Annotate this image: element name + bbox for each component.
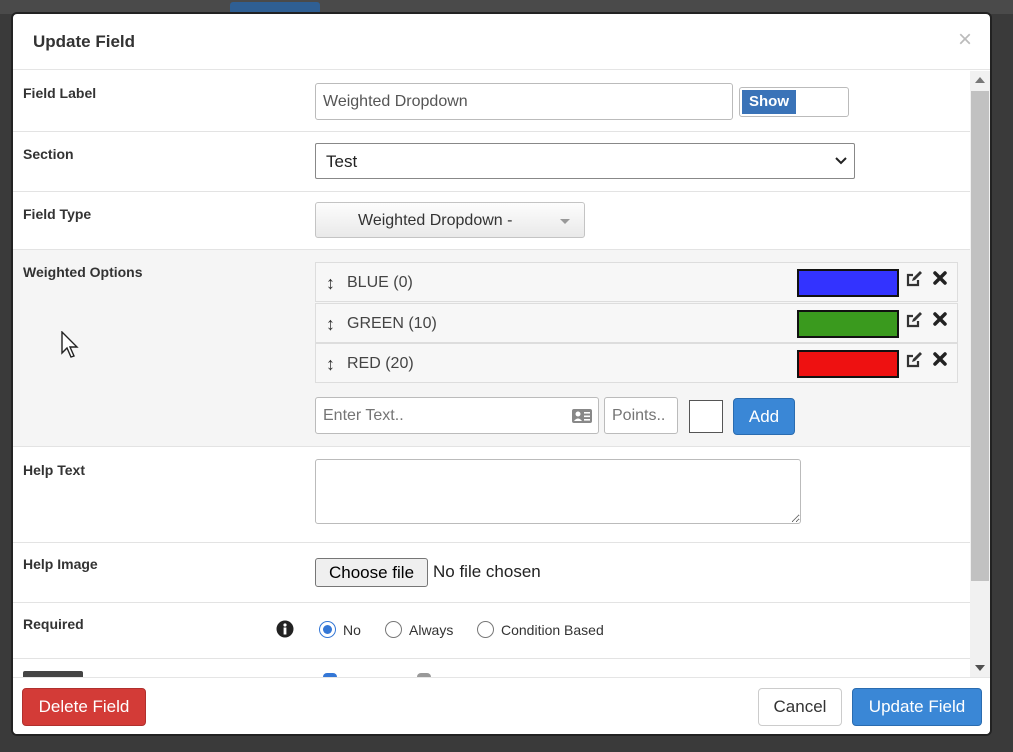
dialog-footer: Delete Field Cancel Update Field: [13, 677, 990, 734]
color-swatch[interactable]: [797, 310, 899, 338]
dialog-title: Update Field: [33, 32, 136, 51]
choose-file-button[interactable]: Choose file: [315, 558, 428, 587]
help-text-textarea[interactable]: [315, 459, 801, 524]
color-picker[interactable]: [689, 400, 723, 433]
add-option-button[interactable]: Add: [733, 398, 795, 435]
required-option-label: Condition Based: [501, 622, 604, 638]
info-icon[interactable]: [276, 620, 294, 638]
required-radio-no[interactable]: [319, 621, 336, 638]
delete-icon[interactable]: [932, 270, 948, 286]
field-label-input[interactable]: Weighted Dropdown: [315, 83, 733, 120]
delete-icon[interactable]: [932, 311, 948, 327]
chevron-down-icon: [835, 157, 847, 165]
delete-icon[interactable]: [932, 351, 948, 367]
help-text-label: Help Text: [23, 462, 85, 478]
section-select[interactable]: Test: [315, 143, 855, 179]
weighted-option-label: RED (20): [347, 355, 414, 372]
field-label-row: Field Label Weighted Dropdown Show: [13, 71, 970, 132]
update-field-dialog: Update Field × Field Label Weighted Drop…: [11, 12, 992, 736]
file-status: No file chosen: [433, 562, 541, 581]
update-field-button[interactable]: Update Field: [852, 688, 982, 726]
drag-handle-icon[interactable]: ↕: [326, 314, 335, 335]
help-image-label: Help Image: [23, 556, 98, 572]
close-icon[interactable]: ×: [958, 28, 972, 52]
drag-handle-icon[interactable]: ↕: [326, 354, 335, 375]
weighted-option-item[interactable]: ↕ BLUE (0): [315, 262, 958, 302]
weighted-option-item[interactable]: ↕ GREEN (10): [315, 303, 958, 343]
dialog-header: Update Field ×: [13, 14, 990, 70]
weighted-option-item[interactable]: ↕ RED (20): [315, 343, 958, 383]
edit-icon[interactable]: [905, 270, 923, 288]
drag-handle-icon[interactable]: ↕: [326, 273, 335, 294]
field-type-selected: Weighted Dropdown -: [358, 212, 513, 229]
field-type-label: Field Type: [23, 206, 92, 222]
color-swatch[interactable]: [797, 269, 899, 297]
cancel-button[interactable]: Cancel: [758, 688, 842, 726]
scroll-up-arrow[interactable]: [975, 77, 985, 83]
mouse-cursor-icon: [61, 331, 79, 358]
required-label: Required: [23, 616, 84, 632]
weighted-option-label: BLUE (0): [347, 274, 413, 291]
option-text-input[interactable]: [315, 397, 599, 434]
required-option-label: Always: [409, 622, 454, 638]
show-toggle[interactable]: Show: [739, 87, 849, 117]
delete-field-button[interactable]: Delete Field: [22, 688, 146, 726]
required-option-label: No: [343, 622, 361, 638]
required-radio-always[interactable]: [385, 621, 402, 638]
scroll-thumb[interactable]: [971, 91, 989, 581]
edit-icon[interactable]: [905, 311, 923, 329]
scroll-down-arrow[interactable]: [975, 665, 985, 671]
field-type-dropdown[interactable]: Weighted Dropdown -: [315, 202, 585, 238]
contact-card-icon: [572, 409, 592, 423]
weighted-options-label: Weighted Options: [23, 264, 143, 280]
show-toggle-label: Show: [742, 90, 796, 114]
scrollbar[interactable]: [970, 71, 990, 677]
caret-down-icon: [560, 219, 570, 224]
field-label-label: Field Label: [23, 85, 97, 101]
weighted-option-label: GREEN (10): [347, 315, 437, 332]
section-label: Section: [23, 146, 74, 162]
dialog-body: Field Label Weighted Dropdown Show Secti…: [13, 71, 970, 677]
color-swatch[interactable]: [797, 350, 899, 378]
edit-icon[interactable]: [905, 351, 923, 369]
required-radio-condition[interactable]: [477, 621, 494, 638]
option-points-input[interactable]: [604, 397, 678, 434]
section-selected: Test: [326, 152, 358, 171]
